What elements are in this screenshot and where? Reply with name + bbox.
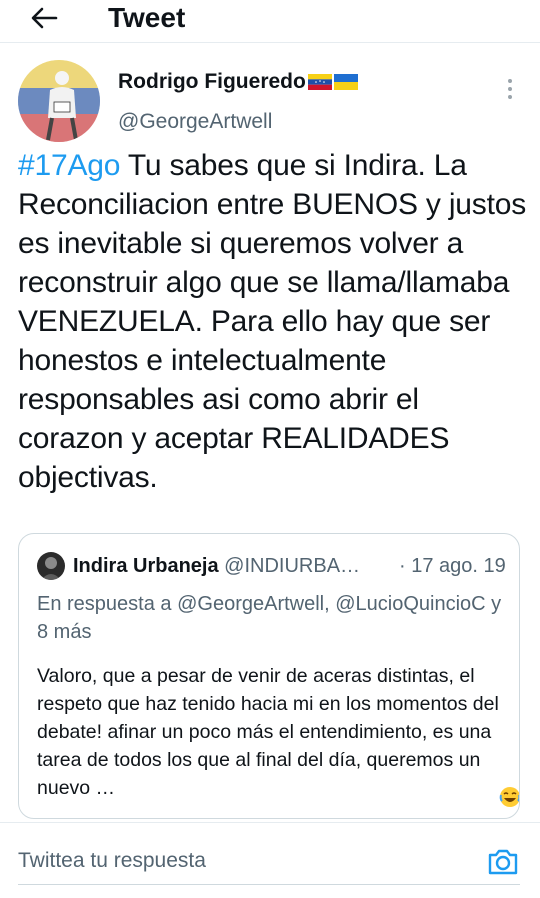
camera-button[interactable] <box>486 845 520 879</box>
divider <box>0 42 540 43</box>
back-button[interactable] <box>26 2 62 34</box>
quote-header: Indira Urbaneja @INDIURBA… <box>73 553 360 579</box>
divider <box>0 822 540 823</box>
hashtag-link[interactable]: #17Ago <box>18 149 120 182</box>
author-handle: @GeorgeArtwell <box>118 110 273 133</box>
avatar-image <box>18 60 100 142</box>
quote-reply-context: En respuesta a @GeorgeArtwell, @LucioQui… <box>37 590 507 646</box>
quote-avatar <box>37 552 65 580</box>
quote-author-handle: @INDIURBA… <box>224 555 361 577</box>
quote-author-name: Indira Urbaneja <box>73 555 219 577</box>
camera-icon <box>488 849 518 875</box>
venezuela-flag-icon <box>307 74 332 90</box>
tweet-body: Tu sabes que si Indira. La Reconciliacio… <box>18 149 527 494</box>
avatar[interactable] <box>18 60 100 142</box>
reply-input[interactable] <box>18 840 468 882</box>
quote-date: · 17 ago. 19 <box>399 555 506 577</box>
quoted-tweet-card[interactable]: Indira Urbaneja @INDIURBA… · 17 ago. 19 … <box>18 533 520 819</box>
author-name-text: Rodrigo Figueredo <box>118 70 306 93</box>
tweet-text: #17Ago Tu sabes que si Indira. La Reconc… <box>18 146 528 497</box>
reply-prefix: En respuesta a <box>37 593 178 615</box>
ukraine-flag-icon <box>333 74 358 90</box>
author-name[interactable]: Rodrigo Figueredo <box>118 70 358 94</box>
quote-text: Valoro, que a pesar de venir de aceras d… <box>37 665 499 799</box>
arrow-left-icon <box>31 7 58 29</box>
laughing-emoji-icon <box>499 787 519 807</box>
page-title: Tweet <box>108 2 186 33</box>
reply-underline <box>18 884 520 885</box>
more-options-icon[interactable] <box>500 74 520 104</box>
top-bar: Tweet <box>0 0 540 40</box>
